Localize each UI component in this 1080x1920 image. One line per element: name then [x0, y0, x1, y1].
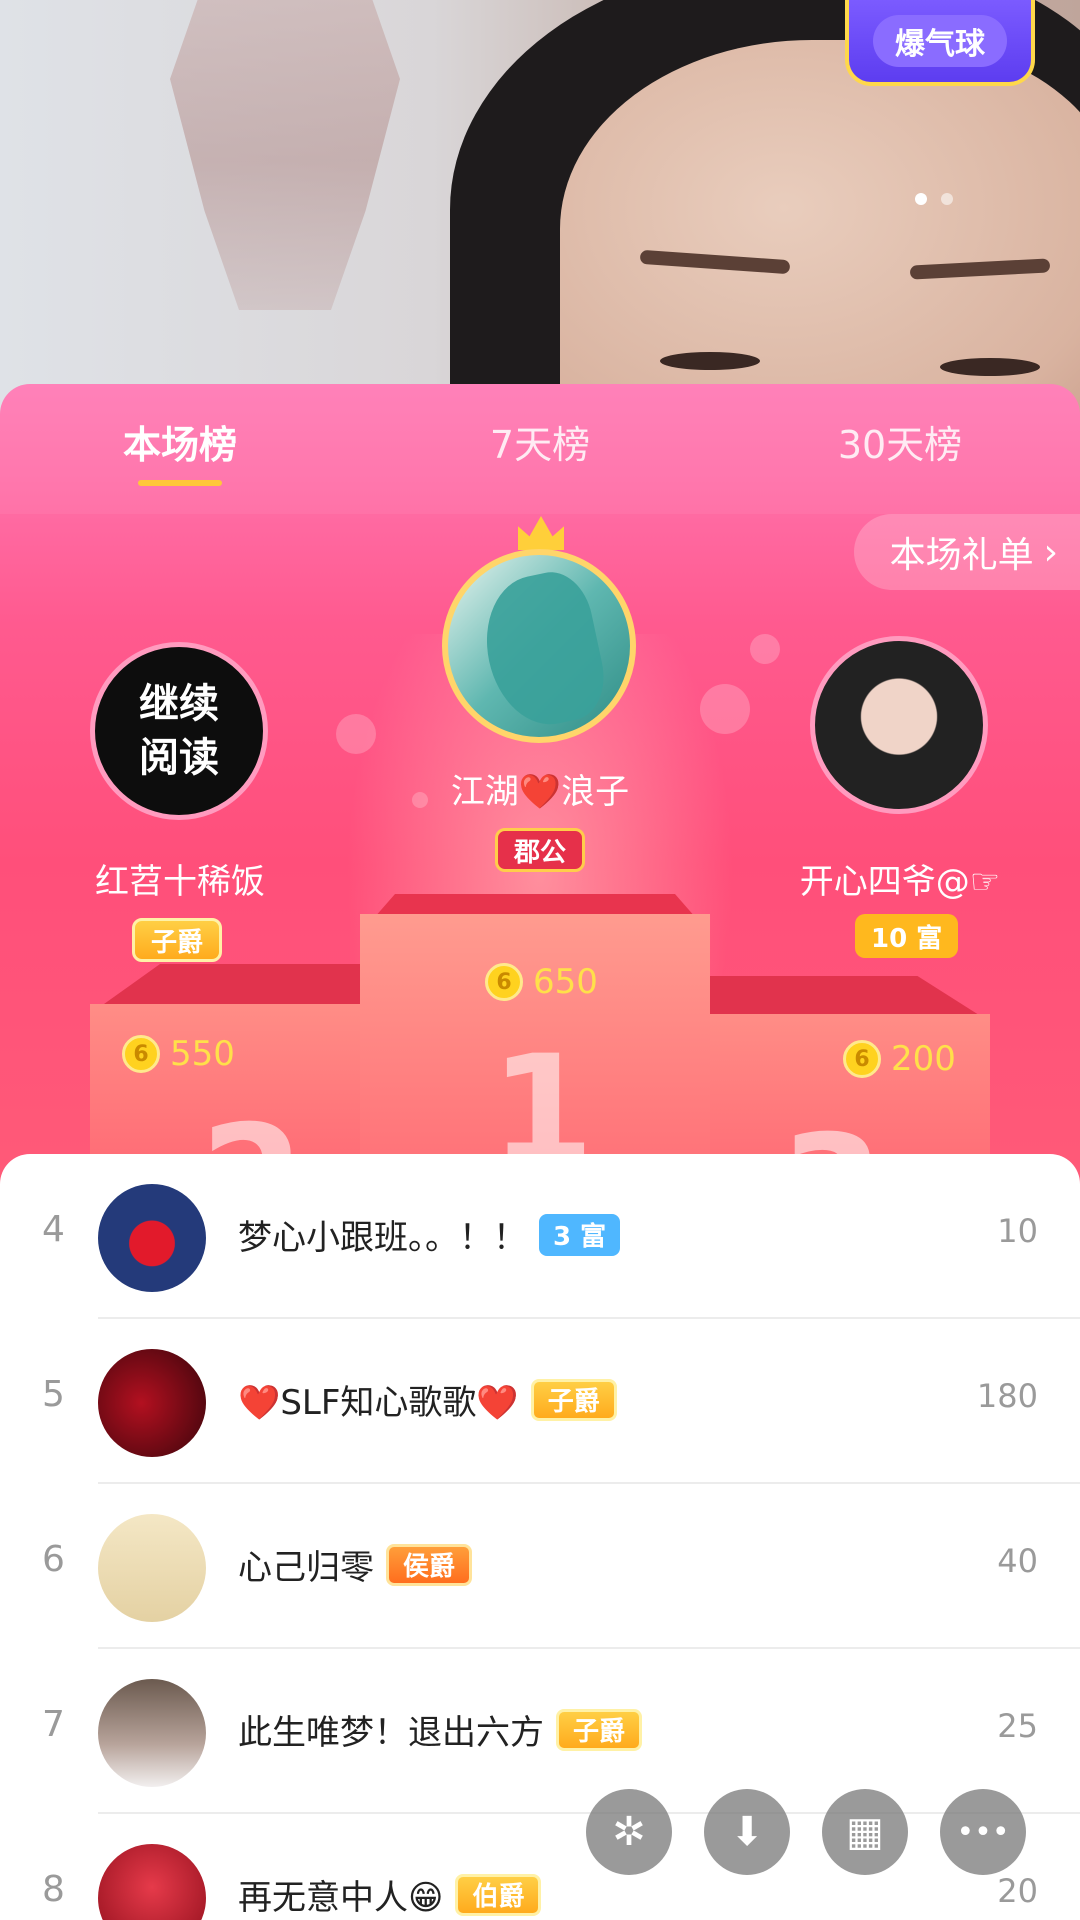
list-user: 再无意中人😁 伯爵	[238, 1870, 542, 1919]
decor-bubble	[750, 634, 780, 664]
avatar[interactable]	[98, 1844, 206, 1920]
list-rank: 4	[42, 1209, 65, 1250]
score-value: 200	[891, 1039, 956, 1079]
sparkle-icon[interactable]: ✲	[586, 1789, 672, 1875]
ranking-list: 4 梦心小跟班。。！！ 3 富 10 5 ❤️SLF知心歌歌❤️ 子爵 180 …	[0, 1154, 1080, 1920]
coin-icon: 6	[485, 963, 523, 1001]
avatar-rank-2[interactable]: 继续阅读	[90, 642, 268, 820]
list-score: 25	[997, 1707, 1038, 1745]
name-rank-2: 红苕十稀饭	[95, 862, 265, 902]
wealth-badge: 3 富	[539, 1213, 621, 1256]
title-badge: 侯爵	[386, 1543, 473, 1586]
title-badge: 子爵	[556, 1708, 643, 1751]
dragon-avatar-image	[473, 565, 613, 735]
list-item[interactable]: 8 再无意中人😁 伯爵 20	[0, 1814, 1080, 1920]
score-rank-2: 6 550	[122, 1034, 235, 1074]
list-user: 梦心小跟班。。！！ 3 富	[238, 1210, 621, 1259]
list-user: 心己归零 侯爵	[238, 1540, 473, 1589]
decor-bubble	[336, 714, 376, 754]
grid-icon[interactable]: ▦	[822, 1789, 908, 1875]
list-item[interactable]: 4 梦心小跟班。。！！ 3 富 10	[0, 1154, 1080, 1319]
coin-icon: 6	[843, 1040, 881, 1078]
download-icon[interactable]: ⬇	[704, 1789, 790, 1875]
ranking-panel: 本场榜 7天榜 30天榜 本场礼单 › 2 3 1 江湖❤️浪子 郡公 6 65…	[0, 384, 1080, 1184]
page-dot-active	[915, 193, 927, 205]
name-rank-1: 江湖❤️浪子	[450, 772, 630, 812]
tab-active-underline	[138, 480, 222, 486]
title-badge: 子爵	[530, 1378, 617, 1421]
list-user-name: 再无意中人😁	[238, 1878, 444, 1918]
list-item[interactable]: 7 此生唯梦！退出六方 子爵 25	[0, 1649, 1080, 1814]
background-statue	[170, 0, 400, 310]
list-user-name: 心己归零	[238, 1548, 374, 1588]
list-score: 180	[976, 1377, 1038, 1415]
decor-bubble	[700, 684, 750, 734]
live-video-area[interactable]: 爆气球	[0, 0, 1080, 420]
list-user: ❤️SLF知心歌歌❤️ 子爵	[238, 1375, 617, 1424]
podium-block-1: 1	[360, 914, 710, 1184]
gift-list-label: 本场礼单	[889, 535, 1034, 576]
list-user-name: 此生唯梦！退出六方	[238, 1713, 544, 1753]
list-item[interactable]: 5 ❤️SLF知心歌歌❤️ 子爵 180	[0, 1319, 1080, 1484]
score-rank-3: 6 200	[843, 1039, 956, 1079]
list-item[interactable]: 6 心己归零 侯爵 40	[0, 1484, 1080, 1649]
score-value: 650	[533, 962, 598, 1002]
coin-icon: 6	[122, 1035, 160, 1073]
score-rank-1: 6 650	[485, 962, 598, 1002]
tab-this-session[interactable]: 本场榜	[60, 414, 300, 469]
list-rank: 8	[42, 1869, 65, 1910]
list-rank: 7	[42, 1704, 65, 1745]
avatar[interactable]	[98, 1679, 206, 1787]
boom-balloon-label: 爆气球	[873, 15, 1007, 67]
list-user-name: ❤️SLF知心歌歌❤️	[238, 1383, 519, 1423]
name-rank-3: 开心四爷@☞	[799, 862, 1001, 902]
ranking-tabs: 本场榜 7天榜 30天榜	[0, 384, 1080, 514]
tab-7-days[interactable]: 7天榜	[420, 414, 660, 469]
crown-icon	[518, 516, 564, 550]
list-user: 此生唯梦！退出六方 子爵	[238, 1705, 643, 1754]
more-icon[interactable]: •••	[940, 1789, 1026, 1875]
list-score: 40	[997, 1542, 1038, 1580]
avatar-rank-1[interactable]	[442, 549, 636, 743]
list-user-name: 梦心小跟班。。！！	[238, 1218, 527, 1258]
boom-balloon-badge[interactable]: 爆气球	[845, 0, 1035, 86]
streamer-eye	[660, 352, 760, 370]
avatar-text: 继续阅读	[139, 681, 219, 781]
list-score: 20	[997, 1872, 1038, 1910]
tab-30-days[interactable]: 30天榜	[780, 414, 1020, 469]
title-badge: 伯爵	[455, 1873, 542, 1916]
score-value: 550	[170, 1034, 235, 1074]
list-rank: 6	[42, 1539, 65, 1580]
page-indicator	[915, 193, 953, 205]
avatar-rank-3[interactable]	[810, 636, 988, 814]
page-dot	[941, 193, 953, 205]
title-badge-rank-2: 子爵	[132, 918, 223, 962]
avatar[interactable]	[98, 1184, 206, 1292]
gift-list-link[interactable]: 本场礼单 ›	[853, 514, 1080, 590]
list-rank: 5	[42, 1374, 65, 1415]
chevron-right-icon: ›	[1043, 531, 1058, 573]
title-badge-rank-1: 郡公	[495, 828, 586, 872]
streamer-eye	[940, 358, 1040, 376]
avatar[interactable]	[98, 1349, 206, 1457]
title-badge-rank-3: 10 富	[855, 914, 959, 958]
list-score: 10	[997, 1212, 1038, 1250]
avatar[interactable]	[98, 1514, 206, 1622]
